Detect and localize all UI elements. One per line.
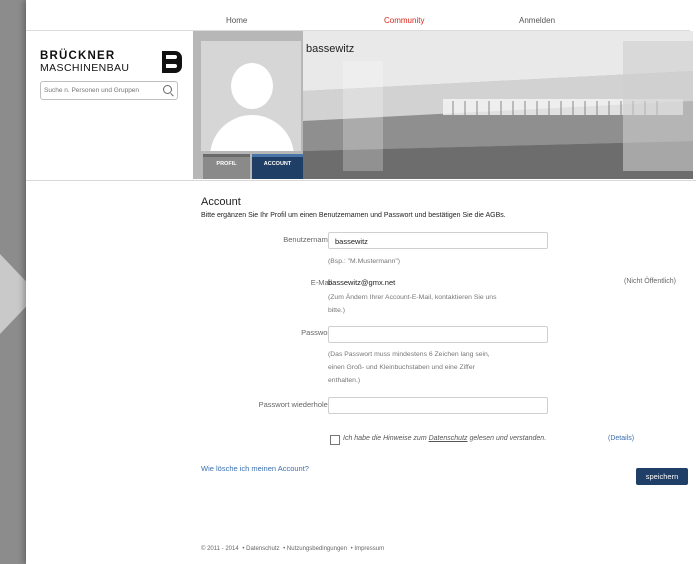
email-value: bassewitz@gmx.net — [328, 278, 396, 287]
details-link[interactable]: (Details) — [608, 435, 634, 442]
profile-avatar[interactable] — [201, 41, 301, 151]
nav-home-link[interactable]: Home — [226, 16, 247, 25]
password-hint-line-2: einen Groß- und Kleinbuchstaben und eine… — [328, 364, 475, 371]
footer-copyright: © 2011 - 2014 — [201, 546, 239, 552]
brueckner-logo[interactable]: BRÜCKNER MASCHINENBAU — [40, 50, 182, 74]
search-input[interactable] — [44, 84, 154, 96]
page-title: Account — [201, 196, 241, 208]
nav-community-link[interactable]: Community — [384, 16, 424, 25]
username-hint: (Bsp.: "M.Mustermann") — [328, 258, 401, 265]
footer-link-datenschutz[interactable]: • Datenschutz — [242, 546, 279, 552]
profile-username: bassewitz — [306, 43, 355, 55]
profile-banner: bassewitz PROFIL ACCOUNT — [193, 31, 693, 179]
password-field[interactable] — [328, 326, 548, 343]
logo-line-2: MASCHINENBAU — [40, 62, 130, 74]
footer: © 2011 - 2014 • Datenschutz • Nutzungsbe… — [201, 546, 386, 552]
footer-link-impressum[interactable]: • Impressum — [351, 546, 384, 552]
password-label: Passwort — [301, 328, 332, 337]
delete-account-link[interactable]: Wie lösche ich meinen Account? — [201, 464, 309, 473]
browser-page: Home Community Anmelden BRÜCKNER MASCHIN… — [26, 0, 696, 564]
email-label: E-Mail — [310, 278, 332, 287]
agree-pre-text: Ich habe die Hinweise zum — [343, 435, 429, 442]
password-repeat-field[interactable] — [328, 397, 548, 414]
password-repeat-label: Passwort wiederholen — [258, 400, 332, 409]
tab-profil[interactable]: PROFIL — [203, 154, 250, 179]
password-hint-line-3: enthalten.) — [328, 377, 361, 384]
username-input[interactable] — [335, 235, 535, 247]
datenschutz-link[interactable]: Datenschutz — [429, 435, 468, 442]
logo-line-1: BRÜCKNER — [40, 50, 116, 62]
intro-text: Bitte ergänzen Sie Ihr Profil um einen B… — [201, 212, 506, 219]
search-box[interactable] — [40, 81, 178, 100]
password-hint-line-1: (Das Passwort muss mindestens 6 Zeichen … — [328, 351, 490, 358]
email-visibility-note: (Nicht Öffentlich) — [624, 278, 676, 285]
username-label: Benutzername — [283, 235, 332, 244]
left-header-panel: BRÜCKNER MASCHINENBAU — [26, 31, 193, 179]
nav-anmelden-link[interactable]: Anmelden — [519, 16, 555, 25]
privacy-agreement-text: Ich habe die Hinweise zum Datenschutz ge… — [343, 435, 546, 442]
save-button[interactable]: speichern — [636, 468, 688, 485]
logo-b-icon — [162, 51, 182, 73]
search-icon[interactable] — [163, 85, 172, 94]
email-hint-line-1: (Zum Ändern Ihrer Account-E-Mail, kontak… — [328, 294, 497, 301]
username-field[interactable] — [328, 232, 548, 249]
footer-link-nutzungsbedingungen[interactable]: • Nutzungsbedingungen — [283, 546, 347, 552]
account-form-area: Account Bitte ergänzen Sie Ihr Profil um… — [26, 180, 696, 564]
agree-post-text: gelesen und verstanden. — [467, 435, 547, 442]
top-navigation: Home Community Anmelden — [26, 10, 690, 31]
password-repeat-input[interactable] — [335, 400, 535, 412]
password-input[interactable] — [335, 329, 535, 341]
privacy-checkbox[interactable] — [330, 435, 340, 445]
email-hint-line-2: bitte.) — [328, 307, 345, 314]
tab-account[interactable]: ACCOUNT — [252, 154, 303, 179]
